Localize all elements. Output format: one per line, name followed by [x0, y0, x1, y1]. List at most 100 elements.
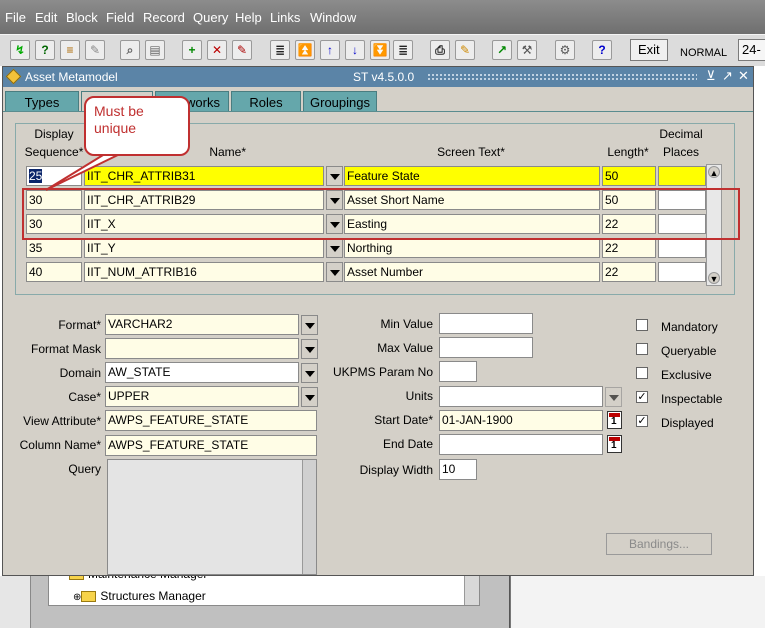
format-field[interactable]: VARCHAR2 [105, 314, 299, 335]
menu-links[interactable]: Links [270, 10, 300, 25]
units-dropdown-icon[interactable] [605, 387, 622, 407]
ukpms-param-field[interactable] [439, 361, 477, 382]
help-icon[interactable]: ? [592, 40, 612, 60]
window-titlebar[interactable]: Asset Metamodel ST v4.5.0.0 ⊻ ↗ ✕ [3, 67, 753, 87]
format-dropdown-icon[interactable] [301, 315, 318, 335]
tab-groupings[interactable]: Groupings [303, 91, 377, 112]
insert-record-icon[interactable]: + [182, 40, 202, 60]
exclusive-checkbox[interactable] [636, 367, 648, 379]
sequence-cell[interactable]: 25 [26, 166, 82, 186]
name-dropdown-icon[interactable] [326, 262, 343, 282]
maximize-icon[interactable]: ↗ [722, 68, 733, 84]
displayed-checkbox[interactable]: ✓ [636, 415, 648, 427]
mode-indicator: NORMAL [680, 47, 728, 59]
units-field[interactable] [439, 386, 603, 407]
queryable-checkbox[interactable] [636, 343, 648, 355]
decimal-cell[interactable] [658, 238, 706, 258]
format-mask-dropdown-icon[interactable] [301, 339, 318, 359]
inspectable-checkbox[interactable]: ✓ [636, 391, 648, 403]
next-record-icon[interactable]: ↓ [345, 40, 365, 60]
case-field[interactable]: UPPER [105, 386, 299, 407]
block-end-icon[interactable]: ≣ [393, 40, 413, 60]
screen-text-cell[interactable]: Asset Number [344, 262, 600, 282]
menu-window[interactable]: Window [310, 10, 356, 25]
notepad-icon[interactable]: ✎ [455, 40, 475, 60]
column-name-label: Column Name* [19, 438, 101, 452]
annotation-callout: Must be unique [84, 96, 190, 156]
screen-text-cell[interactable]: Feature State [344, 166, 600, 186]
case-label: Case* [68, 390, 101, 404]
bandings-button[interactable]: Bandings... [606, 533, 712, 555]
start-date-calendar-icon[interactable]: 1 [607, 411, 622, 429]
sequence-cell[interactable]: 35 [26, 238, 82, 258]
end-date-label: End Date [382, 437, 433, 451]
sequence-cell[interactable]: 40 [26, 262, 82, 282]
close-icon[interactable]: ✕ [738, 68, 749, 84]
date-indicator: 24- [738, 39, 765, 61]
edit-icon[interactable]: ✎ [85, 40, 105, 60]
screen-text-cell[interactable]: Northing [344, 238, 600, 258]
format-mask-field[interactable] [105, 338, 299, 359]
tab-types[interactable]: Types [5, 91, 79, 112]
start-date-field[interactable]: 01-JAN-1900 [439, 410, 603, 431]
save-icon[interactable]: ↯ [10, 40, 30, 60]
help-key-icon[interactable]: ? [35, 40, 55, 60]
previous-record-icon[interactable]: ↑ [320, 40, 340, 60]
exit-button[interactable]: Exit [630, 39, 668, 61]
settings-icon[interactable]: ⚙ [555, 40, 575, 60]
first-record-icon[interactable]: ⏫ [295, 40, 315, 60]
menu-file[interactable]: File [5, 10, 26, 25]
menu-field[interactable]: Field [106, 10, 134, 25]
menu-help[interactable]: Help [235, 10, 262, 25]
header-display: Display [34, 127, 74, 141]
name-cell[interactable]: IIT_CHR_ATTRIB31 [84, 166, 324, 186]
case-dropdown-icon[interactable] [301, 387, 318, 407]
search-icon[interactable]: ⌕ [120, 40, 140, 60]
format-label: Format* [58, 318, 101, 332]
print-icon[interactable]: ⎙ [430, 40, 450, 60]
tab-roles[interactable]: Roles [231, 91, 301, 112]
menu-edit[interactable]: Edit [35, 10, 57, 25]
menu-block[interactable]: Block [66, 10, 98, 25]
query-label: Query [68, 462, 101, 476]
scroll-up-icon[interactable]: ▲ [708, 166, 720, 178]
max-value-field[interactable] [439, 337, 533, 358]
name-cell[interactable]: IIT_Y [84, 238, 324, 258]
view-attribute-field[interactable]: AWPS_FEATURE_STATE [105, 410, 317, 431]
length-cell[interactable]: 50 [602, 166, 656, 186]
expand-icon[interactable]: ⊕ [73, 592, 81, 603]
tools-icon[interactable]: ⚒ [517, 40, 537, 60]
menu-record[interactable]: Record [143, 10, 185, 25]
decimal-cell[interactable] [658, 166, 706, 186]
length-cell[interactable]: 22 [602, 262, 656, 282]
domain-dropdown-icon[interactable] [301, 363, 318, 383]
tree-item[interactable]: ⊕ Structures Manager [73, 589, 206, 603]
decimal-cell[interactable] [658, 262, 706, 282]
displayed-label: Displayed [661, 416, 714, 430]
menu-query[interactable]: Query [193, 10, 228, 25]
name-dropdown-icon[interactable] [326, 166, 343, 186]
end-date-field[interactable] [439, 434, 603, 455]
name-dropdown-icon[interactable] [326, 238, 343, 258]
length-cell[interactable]: 22 [602, 238, 656, 258]
domain-label: Domain [59, 366, 101, 380]
display-width-field[interactable]: 10 [439, 459, 477, 480]
query-textarea[interactable] [107, 459, 317, 575]
chart-icon[interactable]: ↗ [492, 40, 512, 60]
column-name-field[interactable]: AWPS_FEATURE_STATE [105, 435, 317, 456]
last-record-icon[interactable]: ⏬ [370, 40, 390, 60]
end-date-calendar-icon[interactable]: 1 [607, 435, 622, 453]
domain-field[interactable]: AW_STATE [105, 362, 299, 383]
query-scrollbar[interactable] [302, 460, 316, 574]
min-value-field[interactable] [439, 313, 533, 334]
scroll-down-icon[interactable]: ▼ [708, 272, 720, 284]
clear-icon[interactable]: ✎ [232, 40, 252, 60]
document-icon[interactable]: ▤ [145, 40, 165, 60]
minimize-icon[interactable]: ⊻ [706, 68, 716, 84]
titlebar-grip [427, 73, 697, 81]
list-icon[interactable]: ≡ [60, 40, 80, 60]
block-icon[interactable]: ≣ [270, 40, 290, 60]
delete-record-icon[interactable]: ✕ [207, 40, 227, 60]
name-cell[interactable]: IIT_NUM_ATTRIB16 [84, 262, 324, 282]
mandatory-checkbox[interactable] [636, 319, 648, 331]
